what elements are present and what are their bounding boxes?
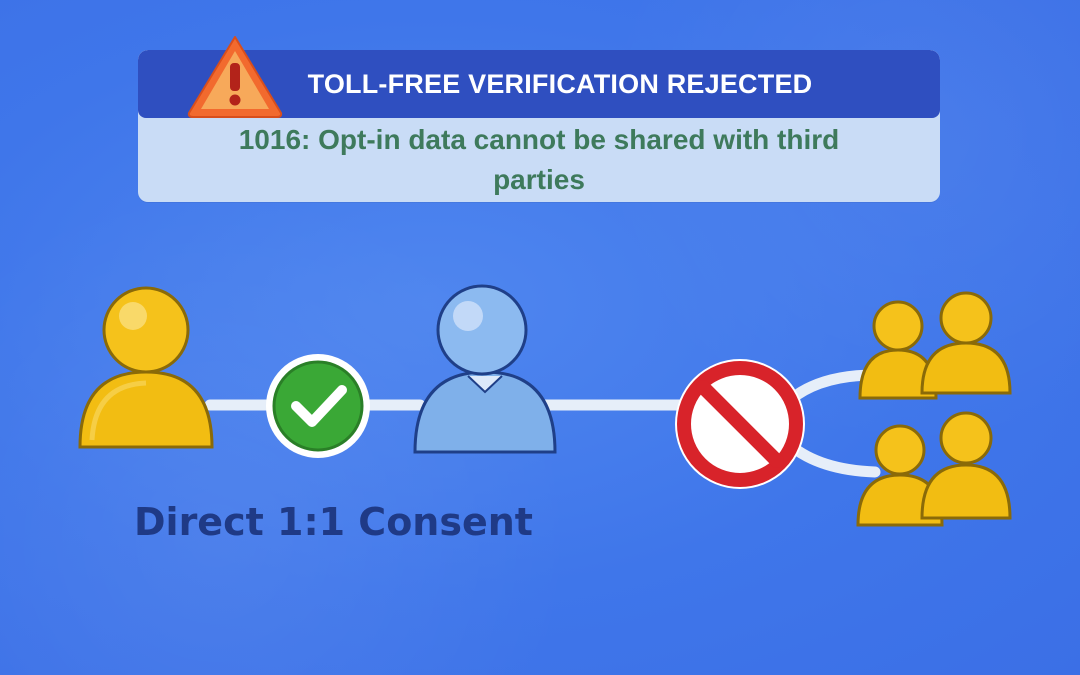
- business-person-icon: [413, 284, 557, 454]
- consent-diagram: [78, 284, 1012, 527]
- consumer-person-icon: [78, 286, 214, 449]
- prohibited-icon: [675, 359, 805, 489]
- third-party-group-icon-top: [858, 291, 1012, 400]
- consent-caption: Direct 1:1 Consent: [134, 500, 533, 544]
- approved-check-icon: [266, 354, 370, 458]
- third-party-group-icon-bottom: [856, 411, 1012, 527]
